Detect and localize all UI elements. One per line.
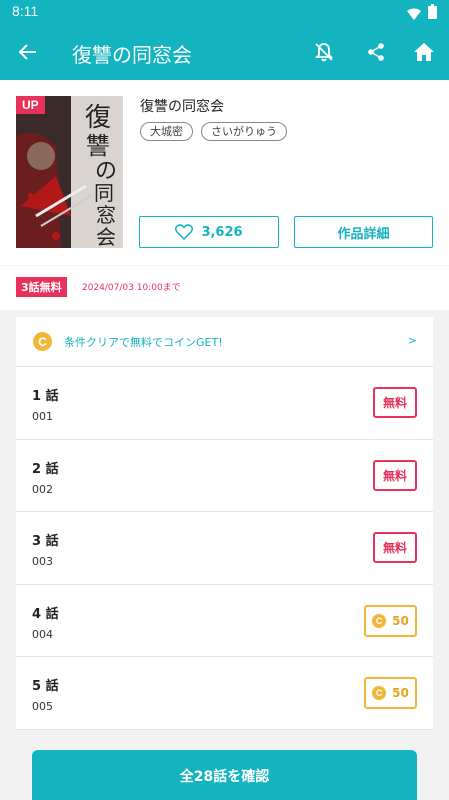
episode-number: 003 — [32, 555, 53, 568]
episode-row[interactable]: 5 話 005 C 50 — [16, 657, 433, 730]
work-detail-button[interactable]: 作品詳細 — [294, 216, 433, 248]
free-badge[interactable]: 無料 — [373, 387, 417, 418]
episode-number: 005 — [32, 700, 53, 713]
episode-title: 1 話 — [32, 389, 59, 404]
coin-price-badge[interactable]: C 50 — [364, 677, 417, 709]
coin-price-badge[interactable]: C 50 — [364, 604, 417, 637]
cover-char-1: 復 — [85, 103, 111, 133]
wifi-icon — [407, 5, 421, 24]
up-badge: UP — [16, 96, 45, 114]
home-icon[interactable] — [410, 38, 438, 66]
coin-banner[interactable]: C 条件クリアで無料でコインGET! > — [16, 317, 433, 367]
coin-price: 50 — [392, 613, 409, 628]
episode-list: C 条件クリアで無料でコインGET! > 1 話 001 無料 2 話 002 … — [16, 317, 433, 730]
share-icon[interactable] — [362, 38, 390, 66]
episode-row[interactable]: 1 話 001 無料 — [16, 367, 433, 440]
episode-row[interactable]: 3 話 003 無料 — [16, 512, 433, 585]
cover-char-2: 讐 — [86, 132, 110, 160]
episode-title: 3 話 — [32, 534, 59, 549]
page-title: 復讐の同窓会 — [72, 43, 192, 67]
heart-icon — [175, 224, 194, 240]
author-tag[interactable]: 大城密 — [140, 122, 193, 141]
episode-title: 4 話 — [32, 606, 59, 622]
battery-icon — [428, 4, 437, 23]
free-episodes-badge: 3話無料 — [16, 277, 67, 297]
cover-char-6: 会 — [96, 225, 116, 248]
status-bar: 8:11 — [0, 0, 449, 24]
episode-number: 004 — [32, 627, 53, 641]
coin-banner-text: 条件クリアで無料でコインGET! — [64, 336, 223, 349]
coin-icon: C — [33, 332, 52, 351]
episode-title: 5 話 — [32, 679, 59, 694]
coin-icon: C — [372, 686, 387, 700]
chevron-right-icon: > — [407, 334, 417, 347]
episode-row[interactable]: 2 話 002 無料 — [16, 440, 433, 512]
back-arrow-icon[interactable] — [14, 38, 42, 66]
free-badge[interactable]: 無料 — [373, 459, 417, 491]
book-title: 復讐の同窓会 — [140, 99, 224, 115]
view-all-episodes-button[interactable]: 全28話を確認 — [32, 750, 417, 800]
free-campaign-bar: 3話無料 2024/07/03 10:00まで — [0, 266, 449, 310]
free-badge[interactable]: 無料 — [373, 532, 417, 563]
app-bar: 復讐の同窓会 — [0, 24, 449, 80]
cover-char-5: 窓 — [96, 203, 116, 227]
status-time: 8:11 — [12, 3, 39, 19]
coin-price: 50 — [392, 686, 409, 700]
episode-number: 001 — [32, 410, 53, 423]
episode-row[interactable]: 4 話 004 C 50 — [16, 585, 433, 657]
author-tag[interactable]: さいがりゅう — [201, 122, 287, 141]
author-tags: 大城密 さいがりゅう — [140, 122, 287, 141]
cover-char-4: 同 — [94, 181, 114, 205]
episode-number: 002 — [32, 482, 53, 496]
like-button[interactable]: 3,626 — [139, 216, 279, 248]
episode-title: 2 話 — [32, 461, 59, 477]
like-count: 3,626 — [201, 224, 243, 240]
free-until-text: 2024/07/03 10:00まで — [82, 283, 181, 293]
cover-image[interactable]: 復 讐 の 同 窓 会 UP — [16, 96, 123, 248]
notification-off-icon[interactable] — [310, 38, 338, 66]
coin-icon: C — [372, 613, 387, 628]
book-header: 復 讐 の 同 窓 会 UP 復讐の同窓会 大城密 さいがりゅう 3,626 作… — [0, 80, 449, 265]
